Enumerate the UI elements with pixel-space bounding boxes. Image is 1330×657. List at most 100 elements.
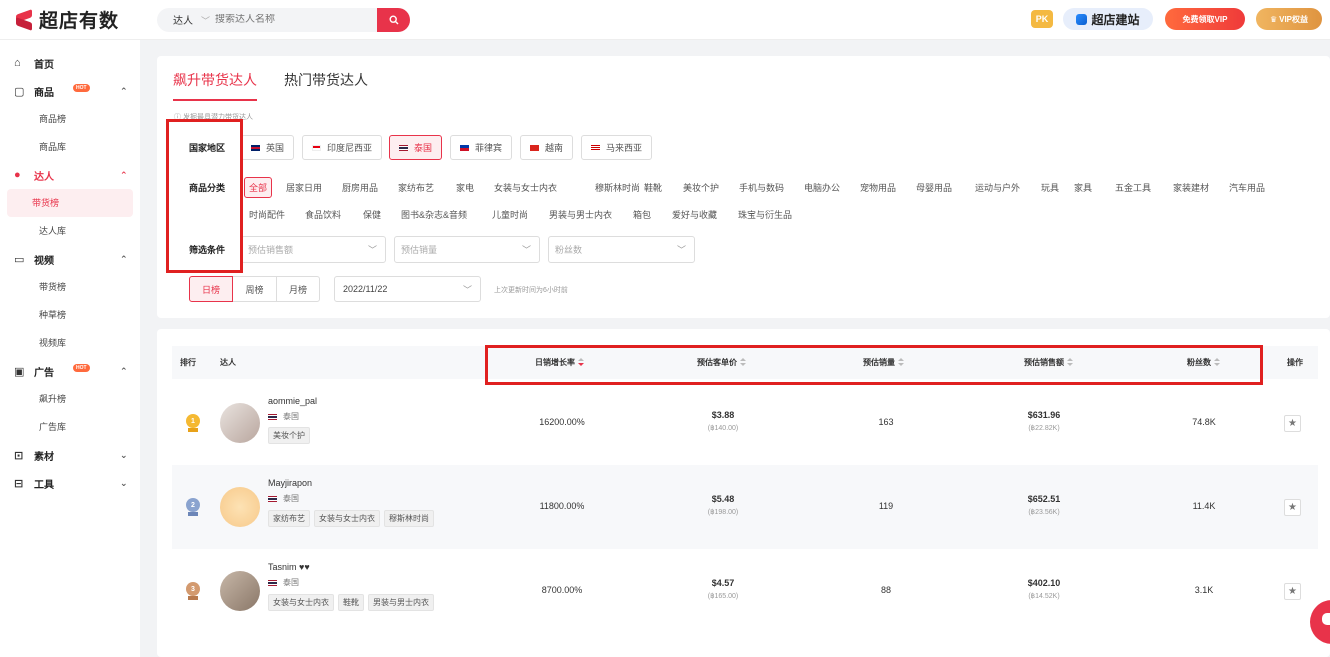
country-indonesia[interactable]: 印度尼西亚 <box>302 135 383 160</box>
chevron-down-icon: ﹀ <box>462 284 472 295</box>
category-chip[interactable]: 食品饮料 <box>305 208 341 221</box>
category-chip[interactable]: 珠宝与衍生品 <box>738 208 792 221</box>
category-chip[interactable]: 保健 <box>363 208 381 221</box>
followers-select[interactable]: 粉丝数 ﹀ <box>548 236 695 263</box>
date-picker[interactable]: 2022/11/22 ﹀ <box>334 276 481 302</box>
category-chip[interactable]: 男装与男士内衣 <box>549 208 612 221</box>
tab-rising-creators[interactable]: 飙升带货达人 <box>173 70 257 101</box>
chevron-down-icon: ﹀ <box>676 245 686 255</box>
sidebar-item-ad-library[interactable]: 广告库 <box>7 413 133 441</box>
avatar[interactable] <box>220 571 260 611</box>
sidebar-group-creators[interactable]: ● 达人 ⌃ <box>0 161 140 189</box>
category-tag: 女装与女士内衣 <box>268 594 334 611</box>
category-chip[interactable]: 儿童时尚 <box>492 208 528 221</box>
favorite-star-icon[interactable]: ★ <box>1284 499 1301 516</box>
logo-icon <box>14 8 34 31</box>
table-row[interactable]: 2 Mayjirapon 泰国 家纺布艺 女装与女士内衣 穆斯林时尚 11800.0… <box>172 465 1318 549</box>
creator-name[interactable]: aommie_pal <box>268 396 317 406</box>
country-vietnam[interactable]: 越南 <box>520 135 574 160</box>
sidebar-item-video-seeding-rank[interactable]: 种草榜 <box>7 301 133 329</box>
sales-revenue-select[interactable]: 预估销售额 ﹀ <box>241 236 386 263</box>
creator-name[interactable]: Mayjirapon <box>268 478 312 488</box>
creator-country: 泰国 <box>268 493 299 504</box>
category-chip[interactable]: 汽车用品 <box>1229 181 1265 194</box>
category-chip[interactable]: 鞋靴 <box>644 181 662 194</box>
country-malaysia[interactable]: 马来西亚 <box>581 135 653 160</box>
search-button[interactable] <box>377 7 410 32</box>
country-thailand[interactable]: 泰国 <box>389 135 443 160</box>
vip-benefits-button[interactable]: ♛ VIP权益 <box>1256 8 1322 30</box>
search-type-select[interactable]: 达人 ﹀ <box>157 12 211 27</box>
table-row[interactable]: 3 Tasnim ♥♥ 泰国 女装与女士内衣 鞋靴 男装与男士内衣 8700.00%… <box>172 549 1318 633</box>
category-chip[interactable]: 图书&杂志&音频 <box>401 208 467 221</box>
revenue-cell: $652.51 (฿23.56K) <box>1027 494 1061 516</box>
sidebar-item-product-rank[interactable]: 商品榜 <box>7 105 133 133</box>
category-chip[interactable]: 电脑办公 <box>804 181 840 194</box>
logo[interactable]: 超店有数 <box>14 6 154 33</box>
category-chip[interactable]: 宠物用品 <box>860 181 896 194</box>
sales-volume-select[interactable]: 预估销量 ﹀ <box>394 236 540 263</box>
sidebar-group-material[interactable]: ⊡ 素材 ⌄ <box>0 441 140 469</box>
avatar[interactable] <box>220 403 260 443</box>
sidebar-item-video-sales-rank[interactable]: 带货榜 <box>7 273 133 301</box>
country-uk[interactable]: 英国 <box>241 135 295 160</box>
sidebar-item-ad-rising-rank[interactable]: 飙升榜 <box>7 385 133 413</box>
rank-number: 2 <box>186 498 200 512</box>
period-weekly-button[interactable]: 周榜 <box>232 276 277 302</box>
category-chip[interactable]: 五金工具 <box>1115 181 1151 194</box>
pk-button[interactable]: PK <box>1031 10 1053 28</box>
search-input[interactable] <box>215 14 365 25</box>
country-philippines[interactable]: 菲律宾 <box>450 135 513 160</box>
vietnam-flag-icon <box>530 144 539 151</box>
category-chip[interactable]: 全部 <box>244 177 273 198</box>
category-chip[interactable]: 运动与户外 <box>975 181 1020 194</box>
category-chip[interactable]: 母婴用品 <box>916 181 952 194</box>
category-chip[interactable]: 家电 <box>456 181 474 194</box>
site-builder-icon <box>1076 13 1088 25</box>
tab-hot-creators[interactable]: 热门带货达人 <box>284 70 368 101</box>
category-chip[interactable]: 时尚配件 <box>249 208 285 221</box>
revenue-cell: $631.96 (฿22.82K) <box>1027 410 1061 432</box>
category-chip[interactable]: 爱好与收藏 <box>672 208 717 221</box>
chevron-down-icon: ⌄ <box>120 449 128 460</box>
category-chip[interactable]: 箱包 <box>633 208 651 221</box>
sidebar: ⌂ 首页 ▢ 商品 HOT ⌃ 商品榜 商品库 ● 达人 ⌃ 带货榜 达人库 ▭ 视频 ⌃ 带货… <box>0 40 140 657</box>
category-chip[interactable]: 家装建材 <box>1173 181 1209 194</box>
sidebar-group-tools[interactable]: ⊟ 工具 ⌄ <box>0 469 140 497</box>
unit-price-cell: $5.48 (฿198.00) <box>707 494 739 516</box>
filter-panel: 飙升带货达人 热门带货达人 ⓘ 发掘最具潜力带货达人 国家地区 商品分类 筛选条… <box>157 56 1330 318</box>
chevron-up-icon: ⌃ <box>120 365 128 376</box>
category-chip[interactable]: 居家日用 <box>286 181 322 194</box>
sidebar-item-creator-library[interactable]: 达人库 <box>7 217 133 245</box>
toolbox-icon: ⊟ <box>14 477 24 490</box>
favorite-star-icon[interactable]: ★ <box>1284 583 1301 600</box>
category-chip[interactable]: 厨房用品 <box>342 181 378 194</box>
table-row[interactable]: 1 aommie_pal 泰国 美妆个护 16200.00% $3.88 (฿14… <box>172 381 1318 465</box>
category-chip[interactable]: 穆斯林时尚 <box>595 181 640 194</box>
period-monthly-button[interactable]: 月榜 <box>276 276 320 302</box>
category-chip[interactable]: 家具 <box>1074 181 1092 194</box>
sidebar-group-products[interactable]: ▢ 商品 HOT ⌃ <box>0 77 140 105</box>
creator-name[interactable]: Tasnim ♥♥ <box>268 562 310 572</box>
sidebar-group-ads[interactable]: ▣ 广告 HOT ⌃ <box>0 357 140 385</box>
sidebar-item-product-library[interactable]: 商品库 <box>7 133 133 161</box>
period-daily-button[interactable]: 日榜 <box>189 276 233 302</box>
rank-medal-icon: 2 <box>186 498 200 516</box>
free-vip-button[interactable]: 免费领取VIP <box>1165 8 1245 30</box>
search-bar: 达人 ﹀ <box>157 7 410 32</box>
category-chip[interactable]: 家纺布艺 <box>398 181 434 194</box>
sidebar-group-video[interactable]: ▭ 视频 ⌃ <box>0 245 140 273</box>
sidebar-item-video-library[interactable]: 视频库 <box>7 329 133 357</box>
category-chip[interactable]: 女装与女士内衣 <box>494 181 557 194</box>
header-creator: 达人 <box>220 358 236 367</box>
sidebar-item-creator-sales-rank[interactable]: 带货榜 <box>7 189 133 217</box>
site-builder-button[interactable]: 超店建站 <box>1063 8 1153 30</box>
vip-label: VIP权益 <box>1279 14 1309 24</box>
favorite-star-icon[interactable]: ★ <box>1284 415 1301 432</box>
sidebar-item-home[interactable]: ⌂ 首页 <box>0 49 140 77</box>
avatar[interactable] <box>220 487 260 527</box>
category-chip[interactable]: 美妆个护 <box>683 181 719 194</box>
category-chip[interactable]: 玩具 <box>1041 181 1059 194</box>
growth-rate-cell: 8700.00% <box>541 585 583 595</box>
category-chip[interactable]: 手机与数码 <box>739 181 784 194</box>
